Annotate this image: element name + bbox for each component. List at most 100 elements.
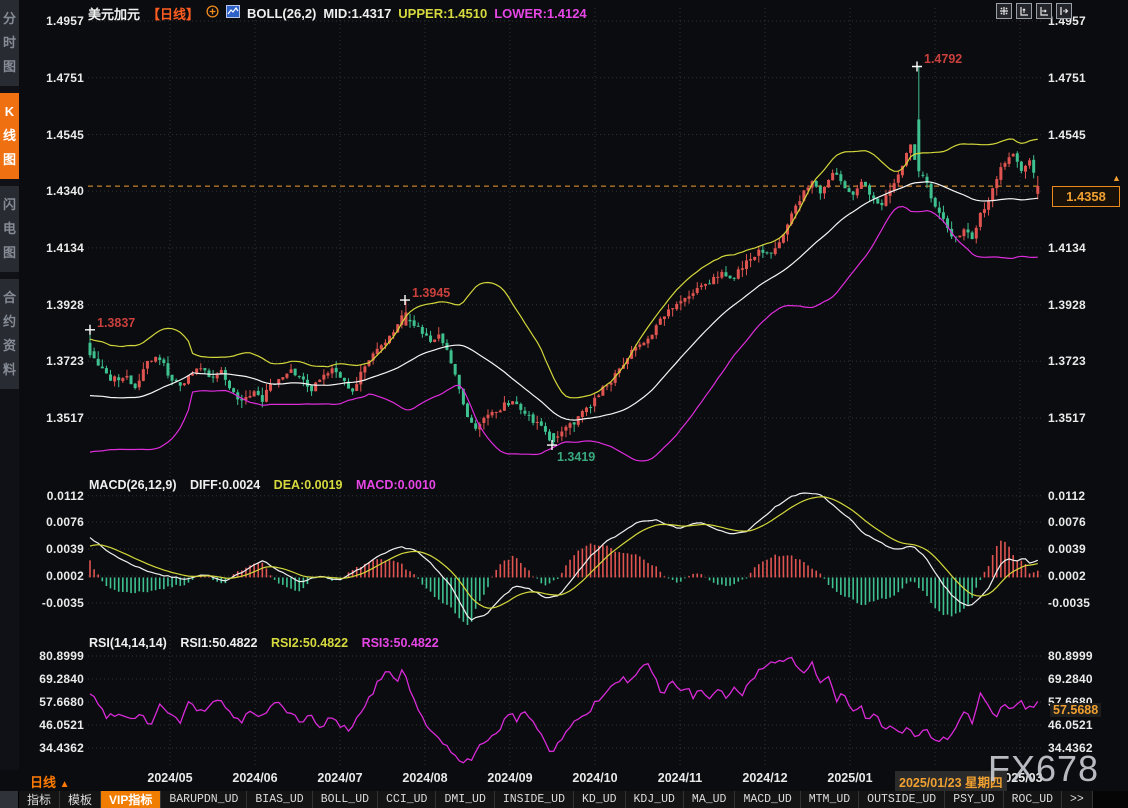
period-tag[interactable]: 【日线】 [147, 4, 199, 23]
toolbar-item-11[interactable]: KDJ_UD [626, 791, 684, 808]
macd-diff-value: DIFF:0.0024 [190, 478, 260, 492]
x-axis-month-label: 2024/09 [475, 771, 545, 785]
chart-tool-buttons [996, 3, 1072, 19]
y-axis-label: 1.3723 [1048, 354, 1126, 368]
toolbar-corner-box [0, 791, 19, 808]
x-axis-scale-icon[interactable] [1036, 3, 1052, 19]
toolbar-item-8[interactable]: DMI_UD [436, 791, 494, 808]
rsi2-value: RSI2:50.4822 [271, 636, 348, 650]
x-axis-month-label: 2024/05 [135, 771, 205, 785]
y-axis-label: 1.4340 [20, 184, 84, 198]
toolbar-item-18[interactable]: >> [1062, 791, 1093, 808]
app-window: 分时图 K线图闪电图合约资料 美元加元 【日线】 BOLL(26,2) MID:1… [0, 0, 1128, 808]
symbol-name: 美元加元 [88, 4, 140, 23]
rsi-params: RSI(14,14,14) [89, 636, 167, 650]
chart-canvas[interactable] [0, 0, 1128, 770]
current-price-badge: 1.4358 [1052, 186, 1120, 207]
macd-macd-value: MACD:0.0010 [356, 478, 436, 492]
y-axis-label: 1.4751 [20, 71, 84, 85]
toolbar-item-17[interactable]: ROC_UD [1004, 791, 1062, 808]
y-axis-label: 1.4545 [1048, 128, 1126, 142]
toolbar-item-12[interactable]: MA_UD [684, 791, 736, 808]
toolbar-item-10[interactable]: KD_UD [574, 791, 626, 808]
y-axis-label: -0.0035 [20, 596, 84, 610]
pan-tool-icon[interactable] [996, 3, 1012, 19]
x-axis-month-label: 2024/12 [730, 771, 800, 785]
x-axis-month-label: 2025/01 [815, 771, 885, 785]
price-up-arrow-icon: ▲ [1112, 173, 1121, 183]
toolbar-item-14[interactable]: MTM_UD [801, 791, 859, 808]
y-axis-label: 80.8999 [20, 649, 84, 663]
macd-params: MACD(26,12,9) [89, 478, 177, 492]
toolbar-item-9[interactable]: INSIDE_UD [495, 791, 574, 808]
sidebar-tab-2[interactable]: K线图 [0, 93, 19, 179]
scroll-right-icon[interactable] [1056, 3, 1072, 19]
toolbar-item-5[interactable]: BIAS_UD [247, 791, 312, 808]
x-axis-month-label: 2024/10 [560, 771, 630, 785]
y-axis-label: 57.6680 [20, 695, 84, 709]
y-axis-label: 69.2840 [20, 672, 84, 686]
y-axis-label: 1.4751 [1048, 71, 1126, 85]
y-axis-label: 0.0039 [1048, 542, 1126, 556]
crosshair-date-badge: 2025/01/23 星期四 [895, 771, 1007, 792]
chevron-up-icon: ▲ [60, 779, 70, 790]
x-axis-month-label: 2024/11 [645, 771, 715, 785]
toolbar-item-4[interactable]: BARUPDN_UD [161, 791, 247, 808]
y-axis-label: 69.2840 [1048, 672, 1126, 686]
boll-params: BOLL(26,2) [247, 6, 316, 21]
y-axis-label: 0.0076 [20, 515, 84, 529]
sidebar-tab-4[interactable]: 合约资料 [0, 279, 19, 389]
boll-lower-value: LOWER:1.4124 [494, 6, 586, 21]
boll-mid-value: MID:1.4317 [323, 6, 391, 21]
toolbar-item-1[interactable]: 指标 [19, 791, 60, 808]
y-axis-label: 34.4362 [20, 741, 84, 755]
price-marker-label: 1.3419 [557, 450, 595, 464]
x-axis-month-label: 2024/06 [220, 771, 290, 785]
boll-upper-value: UPPER:1.4510 [398, 6, 487, 21]
y-axis-label: 34.4362 [1048, 741, 1126, 755]
y-axis-label: 1.4134 [1048, 241, 1126, 255]
y-axis-label: 0.0039 [20, 542, 84, 556]
toolbar-item-16[interactable]: PSY_UD [945, 791, 1003, 808]
add-overlay-icon[interactable] [206, 5, 219, 21]
y-axis-label: -0.0035 [1048, 596, 1126, 610]
y-axis-label: 0.0002 [20, 569, 84, 583]
price-marker-label: 1.4792 [924, 52, 962, 66]
y-axis-label: 46.0521 [1048, 718, 1126, 732]
toolbar-item-15[interactable]: OUTSIDE_UD [859, 791, 945, 808]
y-axis-label: 1.3928 [1048, 298, 1126, 312]
price-marker-label: 1.3837 [97, 316, 135, 330]
y-axis-label: 1.3517 [20, 411, 84, 425]
rsi1-value: RSI1:50.4822 [180, 636, 257, 650]
rsi-current-badge: 57.5688 [1050, 703, 1101, 717]
y-axis-label: 0.0076 [1048, 515, 1126, 529]
rsi3-value: RSI3:50.4822 [362, 636, 439, 650]
price-marker-label: 1.3945 [412, 286, 450, 300]
y-axis-label: 1.3517 [1048, 411, 1126, 425]
y-axis-label: 0.0002 [1048, 569, 1126, 583]
toolbar-item-6[interactable]: BOLL_UD [313, 791, 378, 808]
indicator-toolbar: 指标模板VIP指标BARUPDN_UDBIAS_UDBOLL_UDCCI_UDD… [0, 791, 1128, 808]
toolbar-item-3[interactable]: VIP指标 [101, 791, 161, 808]
toolbar-item-13[interactable]: MACD_UD [735, 791, 800, 808]
rsi-pane-title: RSI(14,14,14) RSI1:50.4822 RSI2:50.4822 … [89, 636, 449, 650]
period-selector[interactable]: 日线 ▲ [30, 772, 70, 791]
toolbar-item-7[interactable]: CCI_UD [378, 791, 436, 808]
y-axis-label: 1.3723 [20, 354, 84, 368]
y-axis-label: 1.4134 [20, 241, 84, 255]
x-axis-month-label: 2024/08 [390, 771, 460, 785]
macd-dea-value: DEA:0.0019 [274, 478, 343, 492]
y-axis-label: 46.0521 [20, 718, 84, 732]
sidebar-tab-3[interactable]: 闪电图 [0, 186, 19, 272]
y-axis-label: 1.4545 [20, 128, 84, 142]
chart-header: 美元加元 【日线】 BOLL(26,2) MID:1.4317 UPPER:1.… [88, 4, 587, 22]
y-axis-label: 0.0112 [1048, 489, 1126, 503]
sidebar: 分时图 K线图闪电图合约资料 [0, 0, 19, 770]
y-axis-label: 0.0112 [20, 489, 84, 503]
y-axis-scale-icon[interactable] [1016, 3, 1032, 19]
toolbar-item-2[interactable]: 模板 [60, 791, 101, 808]
sidebar-tab-1[interactable]: 分时图 [0, 0, 19, 86]
y-axis-label: 80.8999 [1048, 649, 1126, 663]
indicator-chart-icon [226, 5, 240, 21]
y-axis-label: 1.4957 [20, 14, 84, 28]
